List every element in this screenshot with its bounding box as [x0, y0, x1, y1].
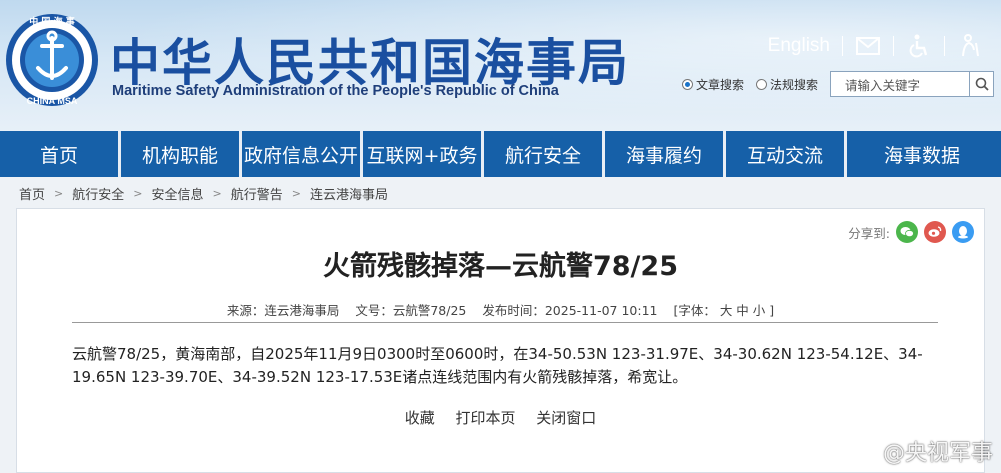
breadcrumb-item[interactable]: 航行警告: [231, 184, 283, 203]
nav-convention[interactable]: 海事履约: [605, 131, 726, 177]
nav-interaction[interactable]: 互动交流: [726, 131, 847, 177]
qq-icon[interactable]: [952, 221, 974, 243]
china-msa-logo[interactable]: 中 国 海 事 CHINA MSA: [4, 12, 100, 108]
breadcrumb-item[interactable]: 安全信息: [151, 184, 203, 203]
article-actions: 收藏 打印本页 关闭窗口: [17, 407, 984, 428]
article-source: 来源：连云港海事局: [226, 303, 340, 318]
breadcrumb: 首页 > 航行安全 > 安全信息 > 航行警告 > 连云港海事局: [19, 184, 388, 203]
breadcrumb-item[interactable]: 首页: [19, 184, 45, 203]
search-option-law-label: 法规搜索: [770, 77, 819, 92]
nav-functions[interactable]: 机构职能: [121, 131, 242, 177]
print-link[interactable]: 打印本页: [455, 409, 515, 427]
share-bar: 分享到:: [848, 221, 974, 243]
search-option-article[interactable]: 文章搜索: [682, 76, 744, 93]
nav-navigation-safety[interactable]: 航行安全: [484, 131, 605, 177]
share-label: 分享到:: [848, 225, 890, 241]
article-title: 火箭残骸掉落—云航警78/25: [322, 251, 678, 282]
mail-icon[interactable]: [855, 34, 881, 58]
article-doc-number: 文号：云航警78/25: [355, 303, 467, 318]
nav-internet-services[interactable]: 互联网+政务: [363, 131, 484, 177]
font-size-switcher[interactable]: [字体： 大 中 小 ]: [673, 303, 774, 318]
divider: [944, 36, 945, 56]
search-button[interactable]: [970, 71, 995, 97]
svg-text:中 国 海 事: 中 国 海 事: [29, 16, 74, 28]
site-header: 中 国 海 事 CHINA MSA 中华人民共和国海事局 Maritime Sa…: [0, 0, 1001, 131]
breadcrumb-item[interactable]: 连云港海事局: [310, 184, 388, 203]
accessibility-icon[interactable]: [906, 34, 932, 58]
elderly-mode-icon[interactable]: [957, 34, 983, 58]
radio-unchecked[interactable]: [756, 78, 768, 90]
divider: [893, 36, 894, 56]
watermark-text: @央视军事: [882, 441, 993, 466]
article-publish-time: 发布时间：2025-11-07 10:11: [482, 303, 658, 318]
cctv-military-watermark: @央视军事: [849, 435, 993, 467]
top-links: English: [768, 34, 995, 58]
article-panel: 分享到: 火箭残骸掉落—云航警78/25 来源：连云港海事局 文号：云航警78/…: [16, 208, 985, 473]
english-link[interactable]: English: [768, 35, 830, 57]
breadcrumb-item[interactable]: 航行安全: [72, 184, 124, 203]
divider: [72, 322, 938, 323]
search-icon: [975, 77, 989, 91]
article-meta: 来源：连云港海事局 文号：云航警78/25 发布时间：2025-11-07 10…: [17, 300, 984, 319]
chevron-right-icon: >: [212, 187, 222, 200]
search-input[interactable]: 请输入关键字: [830, 71, 971, 97]
radio-checked[interactable]: [682, 78, 693, 90]
nav-home[interactable]: 首页: [0, 131, 121, 177]
weibo-icon: [849, 441, 878, 463]
article-body: 云航警78/25，黄海南部，自2025年11月9日0300时至0600时，在34…: [72, 345, 923, 386]
divider: [842, 36, 843, 56]
wechat-icon[interactable]: [896, 221, 918, 243]
chevron-right-icon: >: [291, 187, 301, 200]
search-option-law[interactable]: 法规搜索: [756, 76, 818, 93]
nav-gov-info[interactable]: 政府信息公开: [242, 131, 363, 177]
site-title-en: Maritime Safety Administration of the Pe…: [112, 83, 559, 99]
weibo-icon[interactable]: [924, 221, 946, 243]
search-bar: 文章搜索 法规搜索 请输入关键字: [682, 71, 995, 97]
search-option-article-label: 文章搜索: [696, 77, 745, 92]
svg-text:CHINA MSA: CHINA MSA: [27, 96, 78, 106]
chevron-right-icon: >: [133, 187, 143, 200]
favorite-link[interactable]: 收藏: [405, 409, 435, 427]
chevron-right-icon: >: [54, 187, 64, 200]
nav-data[interactable]: 海事数据: [847, 131, 997, 177]
close-window-link[interactable]: 关闭窗口: [536, 409, 596, 427]
main-nav: 首页 机构职能 政府信息公开 互联网+政务 航行安全 海事履约 互动交流 海事数…: [0, 131, 1001, 177]
